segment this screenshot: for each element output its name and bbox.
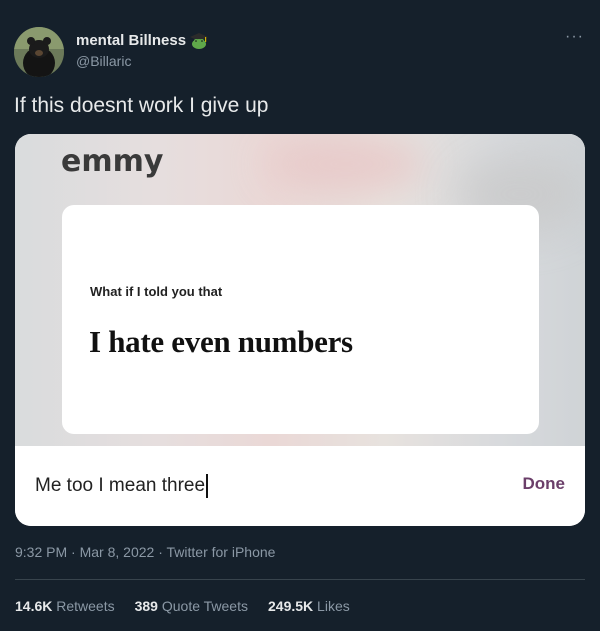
more-options-icon[interactable]: ··· [565,28,584,46]
text-caret [206,474,209,498]
meta-separator: · [71,544,76,560]
meta-separator: · [158,544,163,560]
tweet-meta: 9:32 PM · Mar 8, 2022 · Twitter for iPho… [15,544,275,560]
done-button[interactable]: Done [523,474,566,494]
avatar[interactable] [14,27,64,77]
quote-tweets-stat[interactable]: 389 Quote Tweets [135,598,248,614]
quote-tweets-count: 389 [134,598,158,614]
likes-stat[interactable]: 249.5K Likes [268,598,350,614]
answer-input[interactable]: Me too I mean three [35,474,395,502]
tweet: mental Billness @Billaric ··· If this do… [0,0,600,631]
app-logo: emmy [61,144,164,179]
card-prompt: What if I told you that [90,284,223,299]
retweets-label: Retweets [56,598,115,614]
tweet-source[interactable]: Twitter for iPhone [167,544,276,560]
media-background: emmy What if I told you that I hate even… [15,134,585,446]
background-blur [265,134,425,194]
frog-graduate-emoji-icon [190,32,209,49]
tweet-time[interactable]: 9:32 PM [15,544,67,560]
divider [15,579,585,580]
tweet-stats: 14.6K Retweets 389 Quote Tweets 249.5K L… [15,598,350,614]
bear-avatar-icon [14,27,64,77]
tweet-date[interactable]: Mar 8, 2022 [80,544,155,560]
retweets-stat[interactable]: 14.6K Retweets [15,598,115,614]
display-name[interactable]: mental Billness [76,32,209,49]
display-name-text: mental Billness [76,32,187,49]
retweets-count: 14.6K [15,598,53,614]
prompt-card: What if I told you that I hate even numb… [62,205,539,434]
quote-tweets-label: Quote Tweets [161,598,248,614]
answer-bar: Me too I mean three Done [15,446,585,526]
card-statement: I hate even numbers [89,324,353,359]
likes-label: Likes [317,598,350,614]
answer-text: Me too I mean three [35,475,206,497]
likes-count: 249.5K [268,598,314,614]
user-handle[interactable]: @Billaric [76,53,131,69]
tweet-text: If this doesnt work I give up [14,94,269,117]
tweet-media[interactable]: emmy What if I told you that I hate even… [15,134,585,526]
